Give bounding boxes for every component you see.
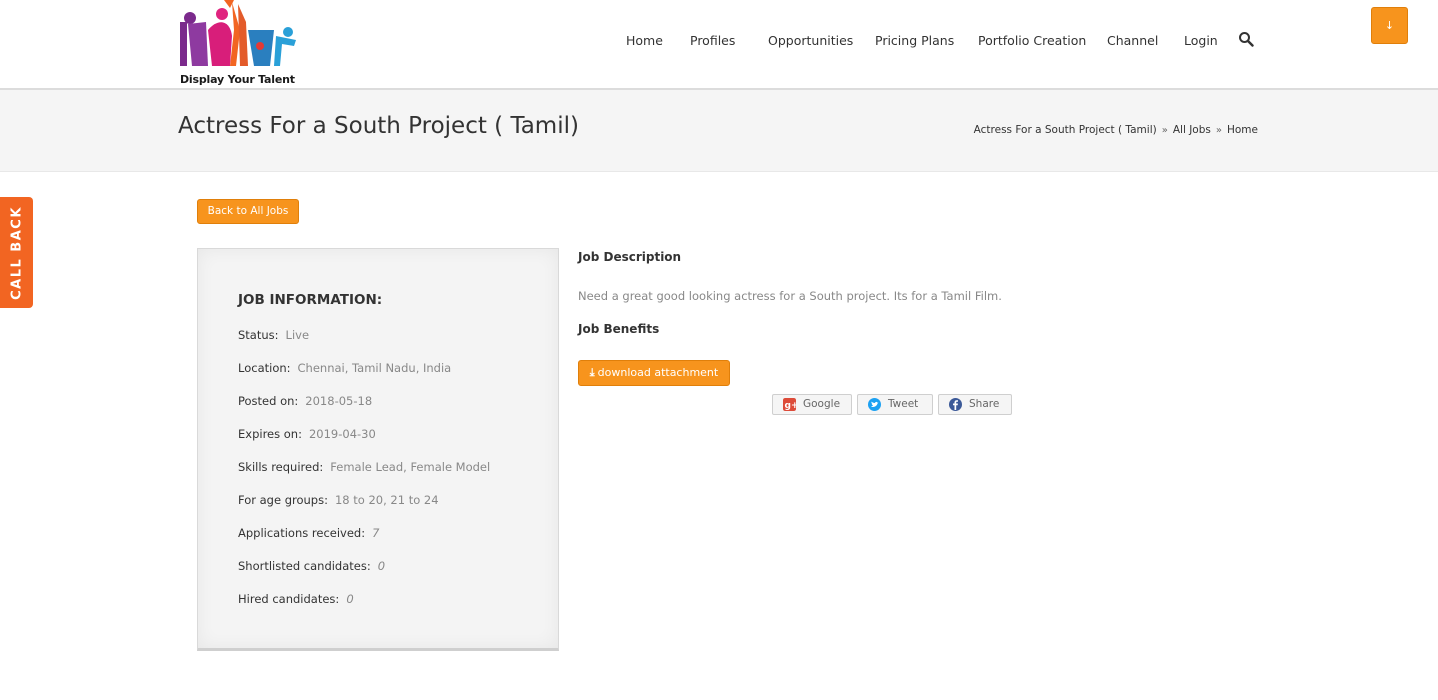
download-icon: ⤓ (589, 366, 595, 379)
nav-channel[interactable]: Channel (1107, 33, 1158, 48)
breadcrumb-current[interactable]: Actress For a South Project ( Tamil) (974, 124, 1157, 136)
info-label: Status: (238, 328, 279, 342)
scroll-down-button[interactable]: ↓ (1371, 7, 1408, 44)
info-label: Applications received: (238, 526, 366, 540)
info-label: Location: (238, 361, 291, 375)
facebook-icon (949, 398, 962, 411)
info-value: 7 (372, 526, 380, 540)
info-row-applications-received: Applications received: 7 (238, 526, 379, 540)
info-row-shortlisted-candidates: Shortlisted candidates: 0 (238, 559, 385, 573)
job-information-heading: JOB INFORMATION: (238, 292, 383, 308)
info-row-posted-on: Posted on: 2018-05-18 (238, 394, 372, 408)
share-google-label: Google (803, 398, 841, 410)
nav-portfolio-creation[interactable]: Portfolio Creation (978, 33, 1086, 48)
site-header: Display Your Talent Home Profiles Opport… (0, 0, 1438, 90)
nav-home[interactable]: Home (626, 33, 663, 48)
info-value: 2019-04-30 (308, 427, 376, 441)
info-row-age-groups: For age groups: 18 to 20, 21 to 24 (238, 493, 439, 507)
call-back-label: CALL BACK (9, 205, 24, 300)
nav-pricing-plans[interactable]: Pricing Plans (875, 33, 954, 48)
breadcrumb-separator: » (1161, 125, 1168, 136)
share-twitter-button[interactable]: Tweet (857, 394, 933, 415)
info-row-status: Status: Live (238, 328, 309, 342)
job-description-heading: Job Description (578, 250, 682, 264)
job-information-panel: JOB INFORMATION: Status: Live Location: Ch… (197, 248, 559, 651)
info-label: Skills required: (238, 460, 324, 474)
google-plus-icon: g+ (783, 398, 796, 411)
twitter-icon (868, 398, 881, 411)
search-icon[interactable] (1238, 31, 1254, 47)
job-benefits-heading: Job Benefits (578, 322, 660, 336)
page-title-bar: Actress For a South Project ( Tamil) Act… (0, 90, 1438, 172)
back-to-all-jobs-button[interactable]: Back to All Jobs (197, 199, 299, 224)
breadcrumb-home[interactable]: Home (1227, 124, 1258, 136)
info-label: Posted on: (238, 394, 299, 408)
info-row-skills-required: Skills required: Female Lead, Female Mode… (238, 460, 490, 474)
info-value: 18 to 20, 21 to 24 (334, 493, 439, 507)
info-value: Female Lead, Female Model (330, 460, 491, 474)
breadcrumb: Actress For a South Project ( Tamil) » All… (974, 124, 1258, 136)
share-facebook-button[interactable]: Share (938, 394, 1012, 415)
info-value: Live (285, 328, 310, 342)
share-google-button[interactable]: g+ Google (772, 394, 852, 415)
svg-text:g+: g+ (785, 401, 797, 411)
nav-profiles[interactable]: Profiles (690, 33, 735, 48)
info-row-hired-candidates: Hired candidates: 0 (238, 592, 354, 606)
page-title: Actress For a South Project ( Tamil) (178, 113, 579, 139)
info-label: Expires on: (238, 427, 302, 441)
nav-login[interactable]: Login (1184, 33, 1218, 48)
info-value: Chennai, Tamil Nadu, India (297, 361, 452, 375)
call-back-tab[interactable]: CALL BACK (0, 197, 33, 308)
share-twitter-label: Tweet (888, 398, 919, 410)
info-label: Hired candidates: (238, 592, 340, 606)
info-value: 0 (346, 592, 354, 606)
info-label: For age groups: (238, 493, 328, 507)
breadcrumb-separator: » (1215, 125, 1222, 136)
info-row-expires-on: Expires on: 2019-04-30 (238, 427, 376, 441)
share-facebook-label: Share (969, 398, 1000, 410)
info-value: 2018-05-18 (305, 394, 373, 408)
breadcrumb-all-jobs[interactable]: All Jobs (1173, 124, 1211, 136)
download-attachment-button[interactable]: ⤓ download attachment (578, 360, 730, 386)
job-description-text: Need a great good looking actress for a … (578, 289, 1002, 303)
nav-opportunities[interactable]: Opportunities (768, 33, 853, 48)
arrow-down-icon: ↓ (1384, 19, 1395, 32)
logo-caption: Display Your Talent (180, 73, 295, 86)
info-label: Shortlisted candidates: (238, 559, 371, 573)
info-row-location: Location: Chennai, Tamil Nadu, India (238, 361, 451, 375)
download-attachment-label: download attachment (597, 366, 719, 379)
info-value: 0 (377, 559, 386, 573)
